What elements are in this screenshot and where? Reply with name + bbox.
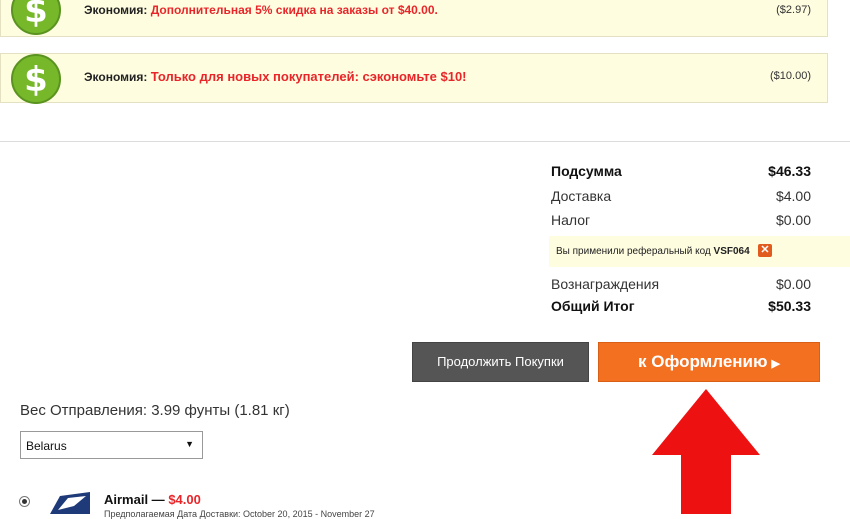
shipment-weight: Вес Отправления: 3.99 фунты (1.81 кг) xyxy=(20,402,290,419)
country-select[interactable]: Belarus ▼ xyxy=(20,431,203,459)
promo-amount: ($2.97) xyxy=(776,4,811,16)
summary-rewards: Вознаграждения $0.00 xyxy=(551,276,811,296)
promo-savings-2: $ Экономия: Только для новых покупателей… xyxy=(0,53,828,104)
promo-text: Экономия: Только для новых покупателей: … xyxy=(84,69,467,84)
subtotal-value: $46.33 xyxy=(768,163,811,179)
promo-highlight: Дополнительная 5% скидка на заказы от $4… xyxy=(150,3,438,17)
chevron-down-icon: ▼ xyxy=(185,439,194,449)
total-value: $50.33 xyxy=(768,298,811,314)
estimated-delivery: Предполагаемая Дата Доставки: October 20… xyxy=(104,509,375,519)
svg-text:$: $ xyxy=(24,0,48,27)
checkout-label: к Оформлению xyxy=(638,352,768,371)
promo-highlight: Только для новых покупателей: сэкономьте… xyxy=(150,69,467,84)
chevron-right-icon: ▶ xyxy=(771,358,780,370)
subtotal-label: Подсумма xyxy=(551,163,622,179)
promo-text: Экономия: Дополнительная 5% скидка на за… xyxy=(84,3,438,17)
referral-message: Вы применили реферальный код xyxy=(556,246,711,257)
shipping-method-radio[interactable] xyxy=(19,496,30,507)
country-value: Belarus xyxy=(26,439,67,453)
red-up-arrow xyxy=(652,389,760,514)
summary-total: Общий Итог $50.33 xyxy=(551,298,811,318)
referral-code-notice: Вы применили реферальный код VSF064 ✕ xyxy=(549,236,850,267)
promo-prefix: Экономия: xyxy=(84,3,148,17)
summary-subtotal: Подсумма $46.33 xyxy=(551,163,811,183)
summary-shipping: Доставка $4.00 xyxy=(551,188,811,208)
referral-text: Вы применили реферальный код VSF064 xyxy=(556,246,750,257)
continue-shopping-button[interactable]: Продолжить Покупки xyxy=(412,342,589,382)
usps-eagle-icon xyxy=(50,492,90,514)
remove-x-icon[interactable]: ✕ xyxy=(758,244,772,257)
svg-text:$: $ xyxy=(24,62,48,96)
rewards-label: Вознаграждения xyxy=(551,276,660,292)
method-name-text: Airmail — xyxy=(104,492,165,507)
tax-label: Налог xyxy=(551,212,591,228)
summary-tax: Налог $0.00 xyxy=(551,212,811,232)
method-price: $4.00 xyxy=(168,492,201,507)
rewards-value: $0.00 xyxy=(775,276,811,292)
promo-prefix: Экономия: xyxy=(84,70,148,84)
section-divider xyxy=(0,141,850,142)
shipping-value: $4.00 xyxy=(775,188,811,204)
referral-code: VSF064 xyxy=(713,246,750,257)
tax-value: $0.00 xyxy=(775,212,811,228)
promo-amount: ($10.00) xyxy=(770,70,811,82)
shipping-method-name: Airmail — $4.00 xyxy=(104,492,201,507)
dollar-coin-icon: $ xyxy=(11,0,61,35)
shipping-label: Доставка xyxy=(551,188,612,204)
promo-savings-1: $ Экономия: Дополнительная 5% скидка на … xyxy=(0,0,828,37)
total-label: Общий Итог xyxy=(551,298,635,314)
dollar-coin-icon: $ xyxy=(11,54,61,104)
checkout-button[interactable]: к Оформлению ▶ xyxy=(598,342,820,382)
